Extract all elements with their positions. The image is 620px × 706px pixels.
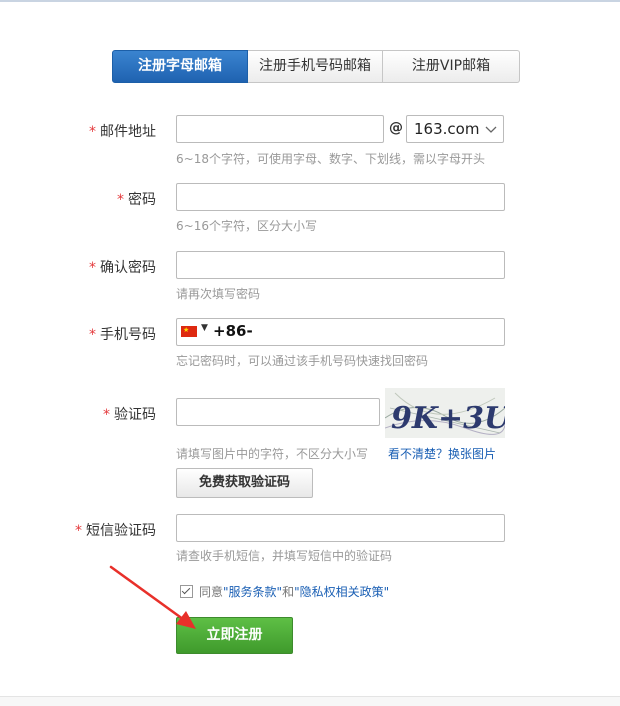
tab-letter-email[interactable]: 注册字母邮箱 [112, 50, 248, 83]
captcha-field-box [176, 398, 380, 426]
required-mark: * [117, 192, 124, 208]
required-mark: * [75, 523, 82, 539]
required-mark: * [103, 407, 110, 423]
top-border [0, 0, 620, 2]
phone-label: * 手机号码 [89, 327, 156, 343]
email-hint: 6~18个字符，可使用字母、数字、下划线，需以字母开头 [176, 152, 485, 166]
confirm-password-field-box [176, 251, 505, 279]
sms-code-field-box [176, 514, 505, 542]
email-field-box [176, 115, 384, 143]
confirm-password-label: * 确认密码 [89, 260, 156, 276]
sms-code-input[interactable] [177, 515, 504, 541]
phone-input-wrap [254, 320, 506, 346]
captcha-image[interactable]: 9K+3U [385, 388, 505, 438]
footer-band [0, 697, 620, 706]
refresh-captcha-link[interactable]: 看不清楚？换张图片 [388, 445, 496, 462]
country-code: +86- [213, 322, 253, 340]
agreement-checkbox[interactable] [180, 585, 193, 598]
email-domain-select[interactable]: 163.com [406, 115, 504, 143]
terms-link[interactable]: "服务条款" [223, 583, 282, 600]
required-mark: * [89, 327, 96, 343]
password-input[interactable] [177, 184, 504, 210]
captcha-input[interactable] [177, 399, 379, 425]
tab-vip-email[interactable]: 注册VIP邮箱 [383, 50, 520, 83]
required-mark: * [89, 260, 96, 276]
agreement-prefix: 同意 [199, 585, 224, 599]
registration-tabs: 注册字母邮箱 注册手机号码邮箱 注册VIP邮箱 [112, 50, 520, 83]
email-label: * 邮件地址 [89, 124, 156, 140]
phone-input[interactable] [254, 320, 506, 346]
agreement-and: 和 [282, 585, 295, 599]
captcha-hint: 请填写图片中的字符，不区分大小写 [176, 447, 369, 461]
captcha-graphic: 9K+3U [385, 392, 505, 436]
password-hint: 6~16个字符，区分大小写 [176, 219, 317, 233]
caret-down-icon[interactable]: ▼ [201, 323, 208, 333]
at-sign: @ [389, 120, 403, 136]
chevron-down-icon [485, 126, 497, 133]
privacy-link[interactable]: "隐私权相关政策" [294, 583, 389, 600]
get-sms-code-button[interactable]: 免费获取验证码 [176, 468, 313, 498]
china-flag-icon[interactable]: ★ [181, 326, 197, 337]
confirm-password-input[interactable] [177, 252, 504, 278]
sms-code-label: * 短信验证码 [75, 523, 156, 539]
tab-phone-email[interactable]: 注册手机号码邮箱 [248, 50, 383, 83]
captcha-text: 9K+3U [391, 401, 505, 436]
confirm-password-hint: 请再次填写密码 [176, 287, 261, 301]
sms-code-hint: 请查收手机短信，并填写短信中的验证码 [176, 549, 393, 563]
register-button[interactable]: 立即注册 [176, 617, 293, 654]
email-domain-value: 163.com [414, 120, 480, 138]
agreement: 同意 "服务条款" 和 "隐私权相关政策" [180, 583, 389, 600]
captcha-label: * 验证码 [103, 407, 156, 423]
email-input[interactable] [177, 116, 383, 142]
phone-hint: 忘记密码时，可以通过该手机号码快速找回密码 [176, 354, 429, 368]
password-label: * 密码 [117, 192, 156, 208]
required-mark: * [89, 124, 96, 140]
password-field-box [176, 183, 505, 211]
